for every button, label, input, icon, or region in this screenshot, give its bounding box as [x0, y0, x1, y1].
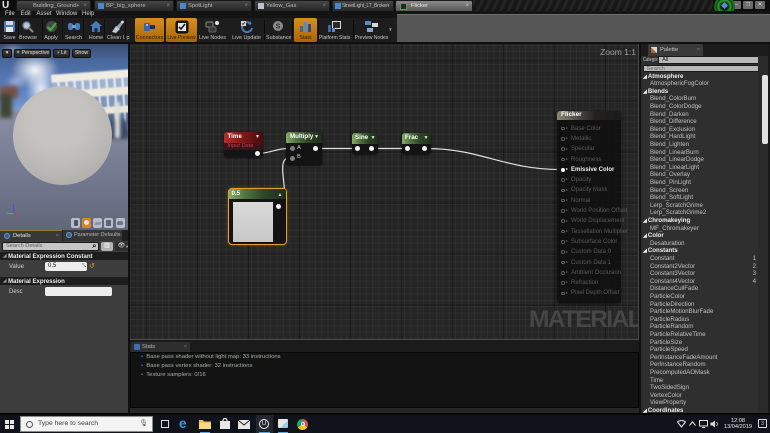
svg-text:S: S	[276, 24, 281, 31]
